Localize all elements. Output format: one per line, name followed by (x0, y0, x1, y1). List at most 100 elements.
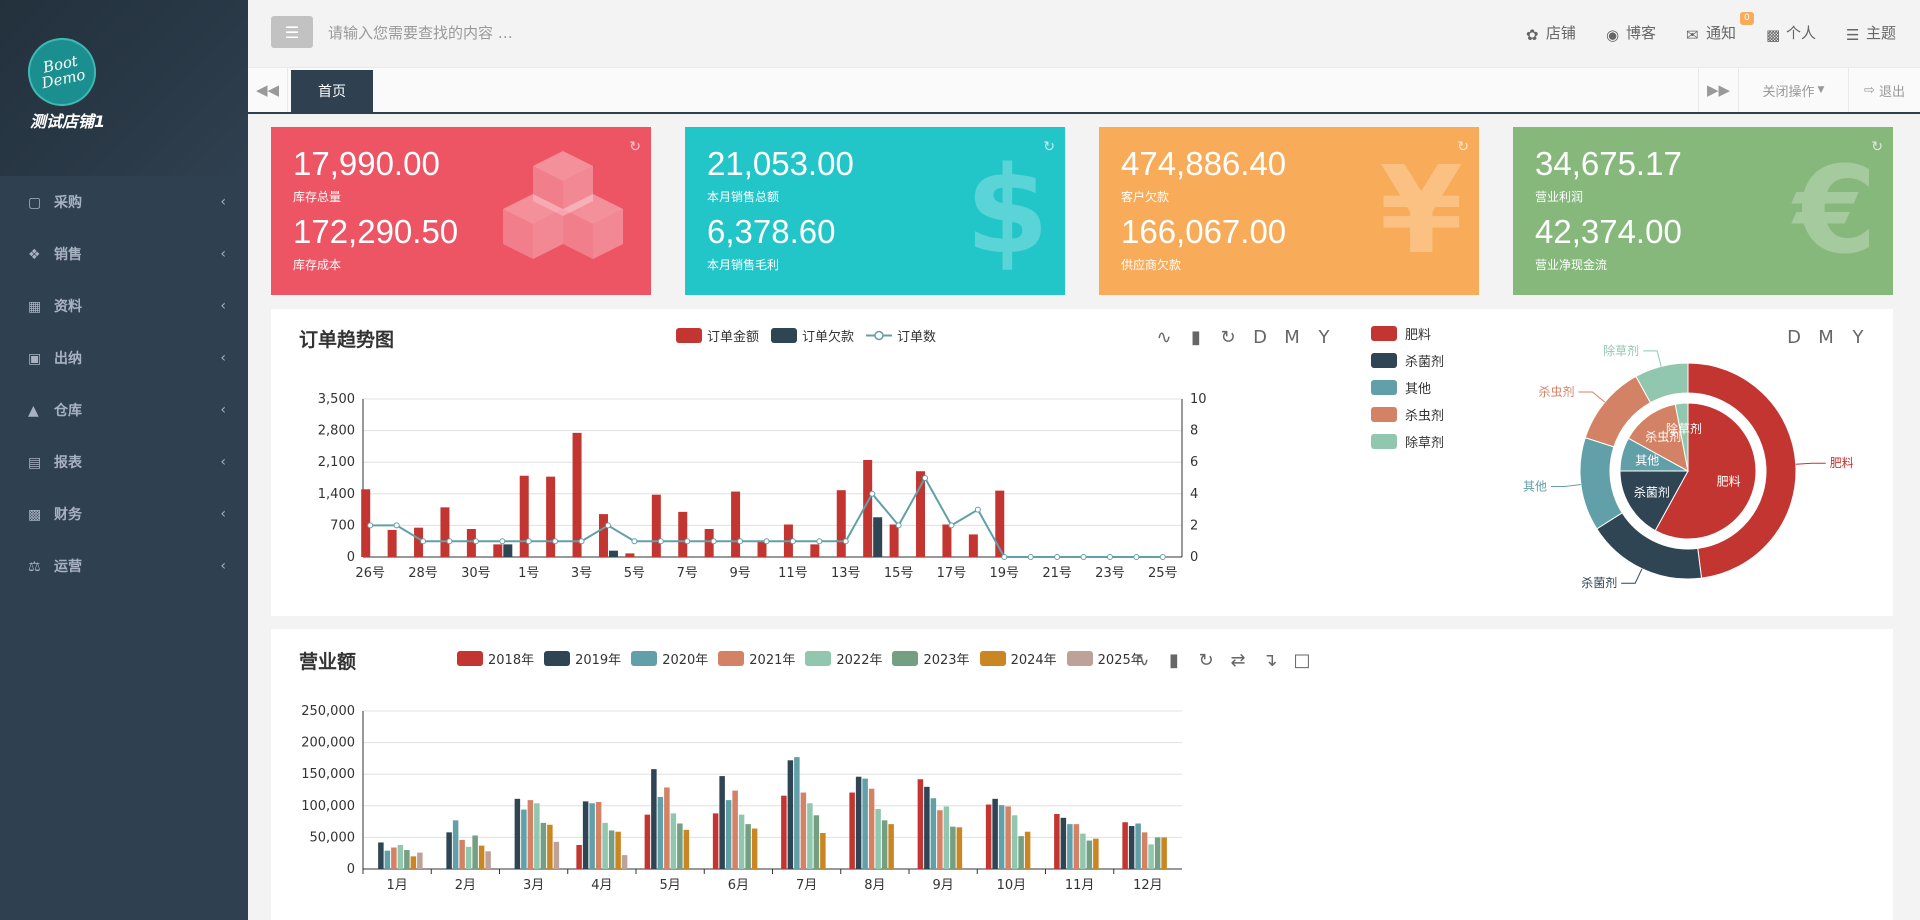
revenue-bar[interactable] (446, 832, 452, 869)
revenue-bar[interactable] (1073, 824, 1080, 869)
revenue-bar[interactable] (1093, 838, 1099, 869)
sidebar-item-5[interactable]: ▤ 报表 ‹ (0, 436, 248, 488)
tool-month[interactable]: M (1281, 327, 1303, 348)
point-order-count[interactable] (1106, 554, 1113, 560)
revenue-bar[interactable] (800, 792, 807, 869)
top-link-2[interactable]: ✉ 通知 0 (1686, 12, 1754, 44)
bar-order-amount[interactable] (572, 432, 582, 557)
point-order-count[interactable] (604, 522, 611, 529)
revenue-bar[interactable] (683, 829, 690, 869)
revenue-bar[interactable] (888, 824, 894, 869)
revenue-bar[interactable] (813, 815, 820, 869)
tool-day[interactable]: D (1249, 327, 1271, 348)
revenue-bar[interactable] (527, 800, 534, 869)
point-order-count[interactable] (763, 538, 770, 545)
revenue-bar[interactable] (452, 820, 459, 869)
revenue-bar[interactable] (1024, 831, 1031, 869)
sidebar-item-7[interactable]: ⚖ 运营 ‹ (0, 540, 248, 592)
revenue-bar[interactable] (1122, 822, 1128, 869)
revenue-bar[interactable] (378, 842, 384, 869)
save-image-icon[interactable]: □ (1291, 650, 1313, 671)
point-order-count[interactable] (446, 538, 453, 545)
point-order-count[interactable] (1054, 554, 1061, 560)
revenue-legend-item[interactable]: 2023年 (892, 649, 970, 668)
revenue-bar[interactable] (787, 760, 794, 869)
line-chart-icon[interactable]: ∿ (1131, 650, 1153, 671)
revenue-bar[interactable] (615, 831, 621, 869)
revenue-bar[interactable] (732, 790, 738, 869)
revenue-bar[interactable] (547, 824, 553, 869)
revenue-bar[interactable] (417, 852, 423, 869)
pie-legend-item[interactable]: 杀菌剂 (1371, 350, 1444, 371)
revenue-bar[interactable] (924, 786, 930, 869)
revenue-bar[interactable] (644, 814, 651, 869)
revenue-bar[interactable] (621, 855, 628, 869)
revenue-bar[interactable] (582, 801, 589, 869)
revenue-bar[interactable] (521, 809, 527, 869)
point-order-count[interactable] (684, 538, 691, 545)
top-link-1[interactable]: ◉ 博客 (1606, 22, 1656, 44)
revenue-bar[interactable] (745, 824, 751, 869)
line-chart-icon[interactable]: ∿ (1153, 327, 1175, 348)
revenue-bar[interactable] (1067, 824, 1073, 869)
revenue-bar[interactable] (478, 845, 485, 869)
bar-chart-icon[interactable]: ▮ (1163, 650, 1185, 671)
bar-order-amount[interactable] (440, 507, 450, 557)
top-link-3[interactable]: ▩ 个人 (1766, 22, 1816, 44)
revenue-bar[interactable] (719, 776, 725, 869)
revenue-bar[interactable] (992, 798, 998, 869)
point-order-count[interactable] (1001, 554, 1008, 560)
bar-order-amount[interactable] (968, 534, 978, 557)
point-order-count[interactable] (657, 538, 664, 545)
point-order-count[interactable] (922, 475, 929, 481)
bar-order-amount[interactable] (387, 529, 397, 557)
stack-toggle-icon[interactable]: ⇄ (1227, 650, 1249, 671)
revenue-legend-item[interactable]: 2019年 (544, 649, 621, 668)
bar-order-amount[interactable] (546, 476, 556, 557)
bar-order-arrears[interactable] (503, 544, 513, 557)
revenue-bar[interactable] (781, 795, 787, 869)
revenue-bar[interactable] (1054, 814, 1060, 869)
revenue-legend-item[interactable]: 2020年 (631, 649, 708, 668)
tool-year[interactable]: Y (1313, 327, 1335, 348)
revenue-bar[interactable] (472, 835, 478, 869)
revenue-legend-item[interactable]: 2022年 (805, 649, 882, 668)
revenue-bar[interactable] (807, 803, 813, 869)
bar-order-amount[interactable] (889, 524, 899, 557)
revenue-bar[interactable] (534, 803, 540, 869)
legend-item-count[interactable]: 订单数 (866, 326, 936, 345)
revenue-bar[interactable] (1154, 837, 1161, 869)
revenue-bar[interactable] (875, 808, 881, 869)
revenue-bar[interactable] (1086, 840, 1093, 869)
point-order-count[interactable] (525, 538, 532, 545)
point-order-count[interactable] (842, 538, 849, 545)
revenue-bar[interactable] (985, 804, 992, 869)
point-order-count[interactable] (631, 538, 638, 545)
point-order-count[interactable] (472, 538, 479, 545)
point-order-count[interactable] (1133, 554, 1140, 560)
point-order-count[interactable] (1027, 554, 1034, 560)
revenue-bar[interactable] (937, 810, 943, 869)
point-order-count[interactable] (816, 538, 823, 545)
tab-home[interactable]: 首页 (291, 70, 373, 112)
sidebar-item-3[interactable]: ▣ 出纳 ‹ (0, 332, 248, 384)
legend-item-amount[interactable]: 订单金额 (676, 326, 759, 345)
bar-order-amount[interactable] (493, 544, 503, 557)
revenue-bar[interactable] (738, 814, 745, 869)
revenue-bar[interactable] (849, 792, 855, 869)
sidebar-item-6[interactable]: ▩ 财务 ‹ (0, 488, 248, 540)
revenue-bar[interactable] (1141, 832, 1148, 869)
bar-order-amount[interactable] (942, 524, 952, 557)
shop-name[interactable]: 测试店铺1 (30, 108, 105, 132)
revenue-bar[interactable] (862, 778, 868, 869)
revenue-bar[interactable] (950, 826, 956, 869)
revenue-bar[interactable] (404, 850, 410, 869)
pie-legend-item[interactable]: 除草剂 (1371, 431, 1444, 452)
revenue-bar[interactable] (1135, 823, 1141, 869)
revenue-bar[interactable] (930, 798, 937, 869)
revenue-bar[interactable] (998, 805, 1005, 869)
point-order-count[interactable] (1159, 554, 1166, 560)
revenue-bar[interactable] (485, 851, 491, 869)
pie-slice[interactable] (1579, 436, 1623, 530)
point-order-count[interactable] (737, 538, 744, 545)
